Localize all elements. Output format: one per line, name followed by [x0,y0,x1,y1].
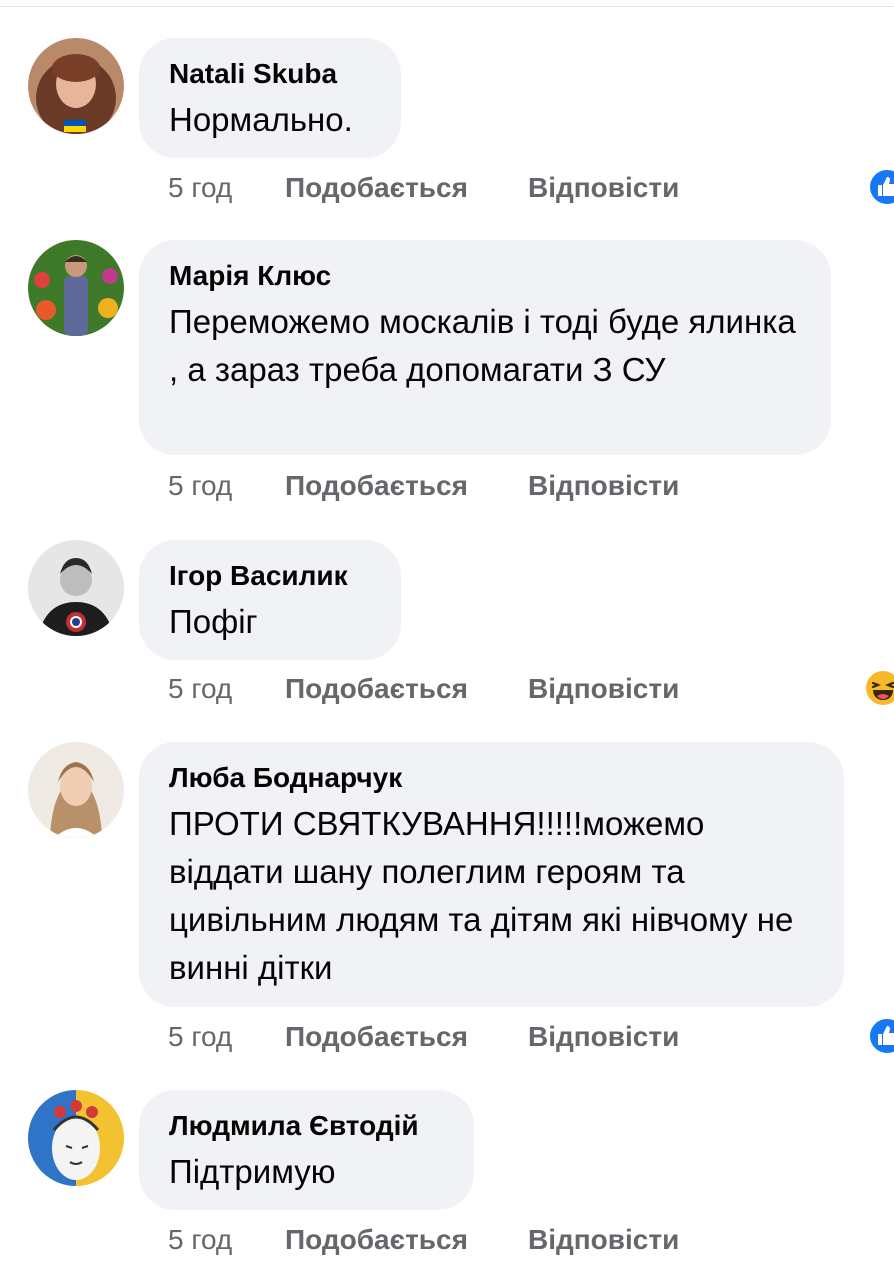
reply-button[interactable]: Відповісти [528,1017,679,1057]
comment-actions: 5 год Подобається Відповісти 2 [168,669,894,709]
comment-author[interactable]: Natali Skuba [169,56,371,92]
comment-time[interactable]: 5 год [168,168,232,208]
comment-actions: 5 год Подобається Відповісти [168,466,868,506]
comment-text: ПРОТИ СВЯТКУВАННЯ!!!!!можемо віддати шан… [169,805,794,986]
like-button[interactable]: Подобається [285,168,468,208]
like-icon [868,168,894,206]
comment-time[interactable]: 5 год [168,1017,232,1057]
avatar[interactable] [28,742,124,838]
like-button[interactable]: Подобається [285,466,468,506]
comment-bubble: Людмила Євтодій Підтримую [139,1090,474,1210]
comment-bubble: Natali Skuba Нормально. [139,38,401,158]
comment-time[interactable]: 5 год [168,669,232,709]
reply-button[interactable]: Відповісти [528,669,679,709]
avatar[interactable] [28,38,124,134]
reply-button[interactable]: Відповісти [528,1220,679,1260]
comment-text: Нормально. [169,101,353,138]
reply-button[interactable]: Відповісти [528,168,679,208]
like-icon [868,1017,894,1055]
comment-author[interactable]: Люба Боднарчук [169,760,814,796]
comment-text: Переможемо москалів і тоді буде ялинка ,… [169,303,796,388]
comment-time[interactable]: 5 год [168,1220,232,1260]
avatar[interactable] [28,540,124,636]
comment-bubble: Люба Боднарчук ПРОТИ СВЯТКУВАННЯ!!!!!мож… [139,742,844,1007]
comment-author[interactable]: Ігор Василик [169,558,371,594]
avatar[interactable] [28,1090,124,1186]
comment-time[interactable]: 5 год [168,466,232,506]
comment-actions: 5 год Подобається Відповісти 1 [168,168,894,208]
comment-bubble: Ігор Василик Пофіг [139,540,401,660]
comment-actions: 5 год Подобається Відповісти [168,1220,868,1260]
comment-author[interactable]: Людмила Євтодій [169,1108,444,1144]
reply-button[interactable]: Відповісти [528,466,679,506]
like-button[interactable]: Подобається [285,1220,468,1260]
like-button[interactable]: Подобається [285,669,468,709]
comment-actions: 5 год Подобається Відповісти 18 [168,1017,894,1057]
avatar[interactable] [28,240,124,336]
comment-bubble: Марія Клюс Переможемо москалів і тоді бу… [139,240,831,455]
like-button[interactable]: Подобається [285,1017,468,1057]
top-divider [0,6,894,7]
haha-icon [864,669,894,707]
comment-author[interactable]: Марія Клюс [169,258,801,294]
comment-text: Пофіг [169,603,258,640]
comment-text: Підтримую [169,1153,336,1190]
